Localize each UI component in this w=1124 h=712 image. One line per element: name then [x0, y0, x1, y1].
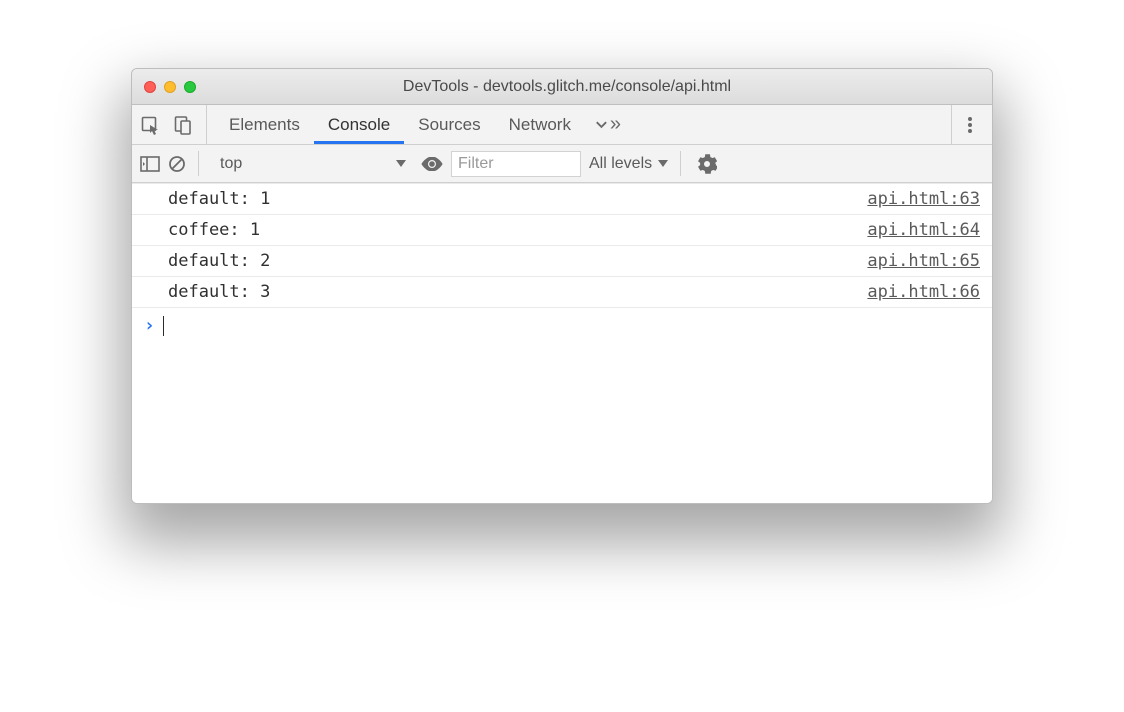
execution-context-selector[interactable]: top: [213, 151, 413, 177]
console-source-link[interactable]: api.html:64: [867, 220, 980, 240]
inspect-element-icon[interactable]: [140, 115, 160, 135]
console-row: default: 3 api.html:66: [132, 277, 992, 308]
console-message: default: 1: [168, 189, 270, 209]
console-prompt[interactable]: ›: [132, 308, 992, 343]
devtools-window: DevTools - devtools.glitch.me/console/ap…: [131, 68, 993, 504]
context-label: top: [220, 155, 242, 173]
console-message: default: 2: [168, 251, 270, 271]
console-source-link[interactable]: api.html:65: [867, 251, 980, 271]
tab-sources[interactable]: Sources: [404, 105, 494, 144]
dropdown-icon: [396, 160, 406, 167]
console-source-link[interactable]: api.html:66: [867, 282, 980, 302]
tab-network[interactable]: Network: [495, 105, 585, 144]
customize-devtools-icon[interactable]: [956, 105, 984, 144]
prompt-chevron-icon: ›: [144, 315, 155, 336]
live-expression-icon[interactable]: [421, 157, 443, 171]
console-source-link[interactable]: api.html:63: [867, 189, 980, 209]
console-row: default: 1 api.html:63: [132, 183, 992, 215]
levels-label: All levels: [589, 155, 652, 173]
console-sidebar-toggle-icon[interactable]: [140, 156, 160, 172]
clear-console-icon[interactable]: [168, 155, 186, 173]
devtools-tabbar: Elements Console Sources Network »: [132, 105, 992, 145]
window-title: DevTools - devtools.glitch.me/console/ap…: [154, 78, 980, 96]
more-tabs-icon[interactable]: »: [593, 105, 621, 144]
titlebar: DevTools - devtools.glitch.me/console/ap…: [132, 69, 992, 105]
log-levels-selector[interactable]: All levels: [589, 155, 668, 173]
console-settings-icon[interactable]: [697, 154, 717, 174]
input-caret: [163, 316, 164, 336]
console-message: coffee: 1: [168, 220, 260, 240]
filter-input[interactable]: [451, 151, 581, 177]
tab-console[interactable]: Console: [314, 105, 404, 144]
tabs: Elements Console Sources Network: [207, 105, 593, 144]
dropdown-icon: [658, 160, 668, 167]
console-toolbar: top All levels: [132, 145, 992, 183]
device-toolbar-icon[interactable]: [174, 115, 192, 135]
console-row: coffee: 1 api.html:64: [132, 215, 992, 246]
console-message: default: 3: [168, 282, 270, 302]
console-row: default: 2 api.html:65: [132, 246, 992, 277]
tab-elements[interactable]: Elements: [215, 105, 314, 144]
console-output: default: 1 api.html:63 coffee: 1 api.htm…: [132, 183, 992, 503]
